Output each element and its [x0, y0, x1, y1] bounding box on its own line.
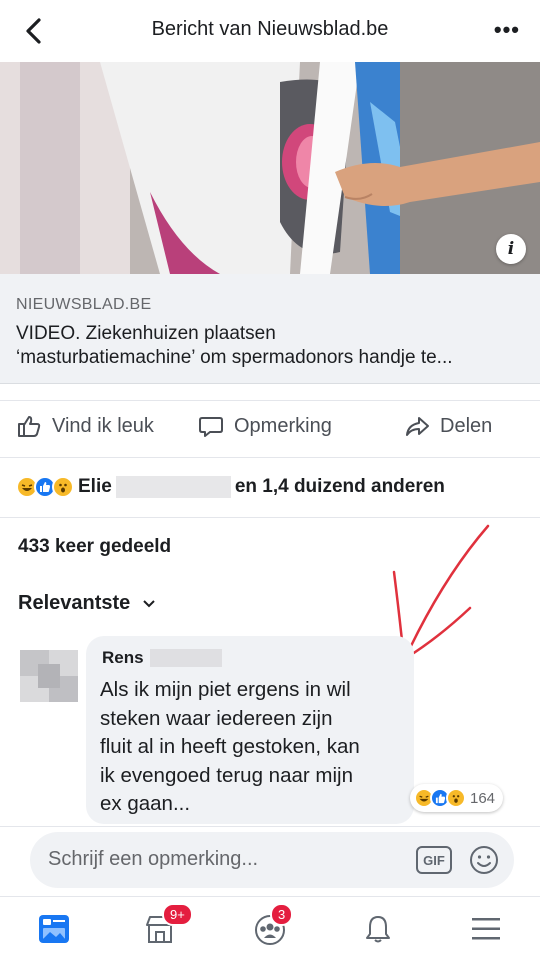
groups-badge: 3: [270, 903, 294, 926]
nav-notifications[interactable]: [354, 907, 402, 951]
reactor-name[interactable]: Elie: [78, 476, 112, 498]
machine-photo: [0, 62, 540, 274]
nav-menu[interactable]: [462, 907, 510, 951]
bell-icon: [366, 916, 390, 943]
reaction-icons: [16, 476, 74, 498]
like-button[interactable]: Vind ik leuk: [16, 413, 154, 439]
comment-placeholder: Schrijf een opmerking...: [48, 848, 259, 870]
wow-icon: [52, 476, 74, 498]
bottom-nav: 9+ 3: [0, 896, 540, 960]
link-title[interactable]: VIDEO. Ziekenhuizen plaatsen ‘masturbati…: [16, 322, 528, 370]
thumbs-up-icon: [18, 416, 41, 437]
divider: [0, 826, 540, 827]
share-count[interactable]: 433 keer gedeeld: [18, 536, 171, 558]
info-icon[interactable]: i: [496, 234, 526, 264]
top-bar: Bericht van Nieuwsblad.be •••: [0, 0, 540, 62]
hamburger-menu-icon: [472, 918, 500, 940]
nav-home[interactable]: [30, 907, 78, 951]
more-options-icon[interactable]: •••: [494, 19, 520, 41]
news-feed-icon: [39, 915, 69, 943]
share-icon: [406, 417, 429, 436]
reactions-summary[interactable]: Elie en 1,4 duizend anderen: [16, 472, 445, 502]
post-image[interactable]: i: [0, 62, 540, 274]
comment-author-name: Rens: [102, 648, 144, 667]
wow-icon: [446, 788, 466, 808]
page-title: Bericht van Nieuwsblad.be: [151, 18, 389, 40]
sort-label: Relevantste: [18, 592, 131, 614]
comment-sort-dropdown[interactable]: Relevantste: [18, 592, 156, 615]
comment-button[interactable]: Opmerking: [198, 413, 332, 439]
nav-marketplace[interactable]: 9+: [136, 903, 193, 951]
comment-icon: [199, 417, 223, 437]
link-title-line1: VIDEO. Ziekenhuizen plaatsen: [16, 323, 276, 344]
comment-author[interactable]: Rens: [102, 648, 226, 668]
comment-label: Opmerking: [234, 414, 332, 437]
chevron-down-icon: [143, 599, 155, 607]
comment-bubble[interactable]: Rens Als ik mijn piet ergens in wil stek…: [86, 636, 414, 824]
comment-text: Als ik mijn piet ergens in wil steken wa…: [100, 678, 360, 815]
link-title-line2: ‘masturbatiemachine’ om spermadonors han…: [16, 347, 453, 368]
marketplace-badge: 9+: [162, 903, 193, 926]
share-label: Delen: [440, 414, 493, 437]
avatar[interactable]: [20, 650, 78, 702]
share-button[interactable]: Delen: [404, 413, 492, 439]
redacted-surname: [149, 649, 222, 667]
action-bar: Vind ik leuk Opmerking Delen: [0, 400, 540, 458]
link-preview[interactable]: NIEUWSBLAD.BE VIDEO. Ziekenhuizen plaats…: [0, 274, 540, 384]
like-label: Vind ik leuk: [52, 414, 154, 437]
comment-input[interactable]: Schrijf een opmerking... GIF: [30, 832, 514, 888]
reactions-others[interactable]: en 1,4 duizend anderen: [235, 476, 445, 498]
comment-reactions[interactable]: 164: [410, 784, 504, 812]
comment-reaction-count: 164: [470, 789, 496, 807]
gif-button[interactable]: GIF: [416, 846, 452, 874]
emoji-icon[interactable]: [468, 844, 500, 876]
redacted-name: [115, 476, 231, 498]
link-domain: NIEUWSBLAD.BE: [16, 296, 152, 313]
nav-groups[interactable]: 3: [246, 903, 294, 951]
divider: [0, 517, 540, 518]
